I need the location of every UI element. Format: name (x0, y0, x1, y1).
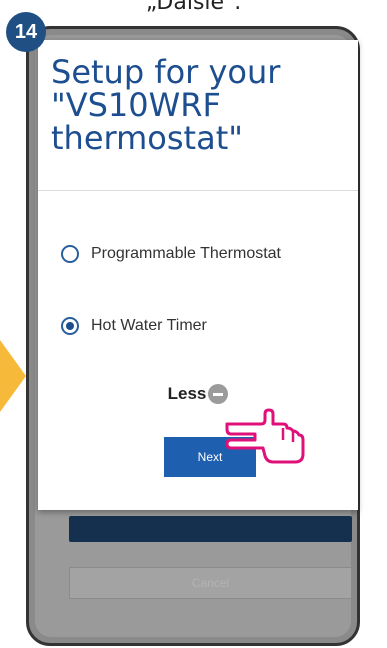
option-label: Programmable Thermostat (91, 245, 281, 262)
background-cancel-button: Cancel (69, 567, 352, 599)
pointing-hand-icon (225, 408, 305, 464)
tutorial-frame: „Dalsie". 14 Cancel Setup for your "VS10… (0, 0, 387, 648)
less-toggle[interactable]: Less (38, 384, 358, 404)
caption-text: „Dalsie". (145, 0, 242, 15)
radio-button[interactable] (61, 245, 79, 263)
background-primary-button (69, 516, 352, 542)
minus-circle-icon[interactable] (208, 384, 229, 404)
divider (38, 190, 358, 191)
less-label: Less (167, 384, 207, 403)
option-label: Hot Water Timer (91, 317, 207, 334)
setup-dialog: Setup for your "VS10WRF thermostat" Prog… (38, 40, 358, 510)
option-hot-water-timer[interactable]: Hot Water Timer (61, 317, 207, 335)
dialog-title: Setup for your "VS10WRF thermostat" (51, 53, 281, 157)
radio-button-selected[interactable] (61, 317, 79, 335)
step-badge: 14 (6, 12, 46, 52)
option-programmable-thermostat[interactable]: Programmable Thermostat (61, 245, 281, 263)
arrow-right-icon (0, 340, 26, 412)
